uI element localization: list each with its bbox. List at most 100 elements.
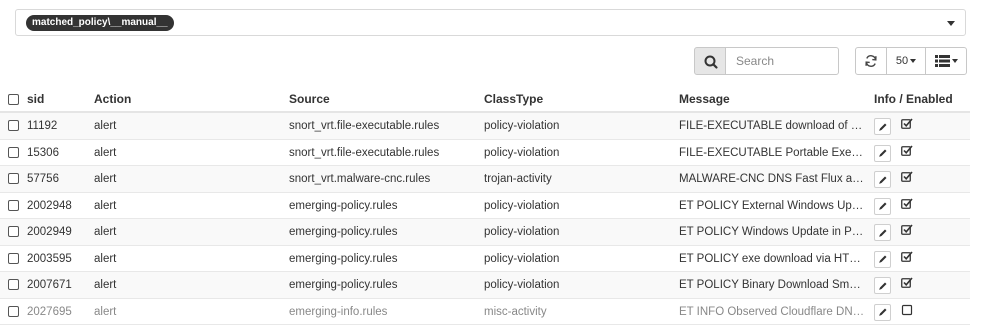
edit-rule-button[interactable]	[874, 224, 891, 241]
select-all-cell	[0, 86, 26, 113]
edit-rule-button[interactable]	[874, 303, 891, 321]
search-button[interactable]	[694, 47, 726, 75]
search-input[interactable]	[725, 47, 839, 75]
edit-rule-button[interactable]	[874, 277, 891, 294]
column-header-classtype[interactable]: ClassType	[484, 86, 674, 113]
select-all-checkbox[interactable]	[8, 94, 19, 105]
action-cell: alert	[94, 226, 117, 238]
enabled-checked-icon[interactable]	[901, 224, 913, 236]
table-row[interactable]: 2002949 alert emerging-policy.rules policy-…	[0, 219, 970, 246]
enabled-checked-icon[interactable]	[901, 118, 913, 130]
sid-cell: 2003595	[27, 252, 72, 265]
filter-tag[interactable]: matched_policy\__manual__	[26, 15, 174, 31]
sid-cell: 2027695	[27, 305, 72, 318]
enabled-checked-icon[interactable]	[901, 144, 913, 157]
action-cell: alert	[94, 199, 117, 212]
source-cell: emerging-policy.rules	[289, 252, 398, 265]
edit-rule-button[interactable]	[874, 250, 891, 268]
policy-filter-select[interactable]: matched_policy\__manual__	[15, 9, 966, 36]
pencil-icon	[878, 202, 886, 210]
message-cell: FILE-EXECUTABLE download of executable c…	[679, 120, 866, 132]
sid-cell: 11192	[27, 120, 58, 132]
source-cell: snort_vrt.malware-cnc.rules	[289, 173, 431, 185]
message-cell: FILE-EXECUTABLE Portable Executable bina…	[679, 146, 866, 159]
refresh-icon	[865, 55, 877, 67]
sid-cell: 2002948	[27, 199, 72, 212]
page-size-value: 50	[895, 55, 909, 67]
classtype-cell: policy-violation	[484, 146, 560, 159]
table-row[interactable]: 2002948 alert emerging-policy.rules policy-…	[0, 193, 970, 219]
enabled-checked-icon[interactable]	[901, 277, 913, 289]
grid-body: 11192 alert snort_vrt.file-executable.rule…	[0, 113, 970, 325]
action-cell: alert	[94, 252, 117, 265]
edit-rule-button[interactable]	[874, 197, 891, 215]
enabled-unchecked-icon[interactable]	[901, 304, 913, 316]
column-header-action[interactable]: Action	[94, 86, 214, 113]
sid-cell: 2007671	[27, 279, 72, 291]
table-row[interactable]: 2003595 alert emerging-policy.rules policy-…	[0, 246, 970, 272]
classtype-cell: policy-violation	[484, 120, 560, 132]
page-size-dropdown[interactable]: 50	[886, 47, 926, 75]
table-row[interactable]: 11192 alert snort_vrt.file-executable.rule…	[0, 113, 970, 140]
column-header-sid[interactable]: sid	[27, 86, 87, 113]
refresh-button[interactable]	[855, 47, 887, 75]
sid-cell: 15306	[27, 146, 59, 159]
grid-toolbar: 50	[855, 47, 967, 75]
action-cell: alert	[94, 120, 117, 132]
source-cell: snort_vrt.file-executable.rules	[289, 146, 440, 159]
pencil-icon	[878, 176, 886, 184]
list-icon	[934, 55, 950, 67]
message-cell: ET POLICY Windows Update in Progress	[679, 226, 866, 238]
message-cell: MALWARE-CNC DNS Fast Flux attempt	[679, 173, 866, 185]
classtype-cell: misc-activity	[484, 305, 547, 318]
edit-rule-button[interactable]	[874, 144, 891, 162]
source-cell: emerging-policy.rules	[289, 199, 398, 212]
message-cell: ET POLICY exe download via HTTP - Inform…	[679, 252, 866, 265]
row-select-checkbox[interactable]	[8, 120, 19, 131]
table-row[interactable]: 2007671 alert emerging-policy.rules policy-…	[0, 272, 970, 299]
enabled-checked-icon[interactable]	[901, 250, 913, 263]
edit-rule-button[interactable]	[874, 118, 891, 135]
row-select-checkbox[interactable]	[8, 226, 19, 237]
action-cell: alert	[94, 305, 117, 318]
pencil-icon	[878, 255, 886, 263]
caret-down-icon	[910, 59, 917, 63]
row-select-checkbox[interactable]	[8, 146, 19, 158]
row-select-checkbox[interactable]	[8, 305, 19, 317]
enabled-checked-icon[interactable]	[901, 197, 913, 210]
source-cell: snort_vrt.file-executable.rules	[289, 120, 440, 132]
table-row[interactable]: 15306 alert snort_vrt.file-executable.rule…	[0, 140, 970, 166]
pencil-icon	[878, 308, 886, 316]
action-cell: alert	[94, 146, 117, 159]
column-header-message[interactable]: Message	[679, 86, 866, 113]
sid-cell: 57756	[27, 173, 59, 185]
rules-grid: sid Action Source ClassType Message Info…	[0, 86, 970, 325]
message-cell: ET POLICY External Windows Update in Pro…	[679, 199, 866, 212]
pencil-icon	[878, 229, 886, 237]
grid-header: sid Action Source ClassType Message Info…	[0, 86, 970, 113]
classtype-cell: trojan-activity	[484, 173, 552, 185]
table-row[interactable]: 2027695 alert emerging-info.rules misc-acti…	[0, 299, 970, 325]
chevron-down-icon[interactable]	[947, 21, 955, 26]
row-select-checkbox[interactable]	[8, 199, 19, 211]
classtype-cell: policy-violation	[484, 226, 560, 238]
action-cell: alert	[94, 173, 117, 185]
search-icon	[704, 55, 718, 69]
row-select-checkbox[interactable]	[8, 173, 19, 184]
edit-rule-button[interactable]	[874, 171, 891, 188]
classtype-cell: policy-violation	[484, 252, 560, 265]
pencil-icon	[878, 282, 886, 290]
sid-cell: 2002949	[27, 226, 72, 238]
message-cell: ET POLICY Binary Download Smaller than 1…	[679, 279, 866, 291]
source-cell: emerging-policy.rules	[289, 279, 398, 291]
search-group	[694, 47, 839, 75]
column-chooser-dropdown[interactable]	[925, 47, 967, 75]
row-select-checkbox[interactable]	[8, 279, 19, 290]
enabled-checked-icon[interactable]	[901, 171, 913, 183]
column-header-info-enabled[interactable]: Info / Enabled	[874, 86, 970, 113]
table-row[interactable]: 57756 alert snort_vrt.malware-cnc.rules tro…	[0, 166, 970, 193]
pencil-icon	[878, 123, 886, 131]
column-header-source[interactable]: Source	[289, 86, 479, 113]
row-select-checkbox[interactable]	[8, 252, 19, 264]
source-cell: emerging-policy.rules	[289, 226, 398, 238]
